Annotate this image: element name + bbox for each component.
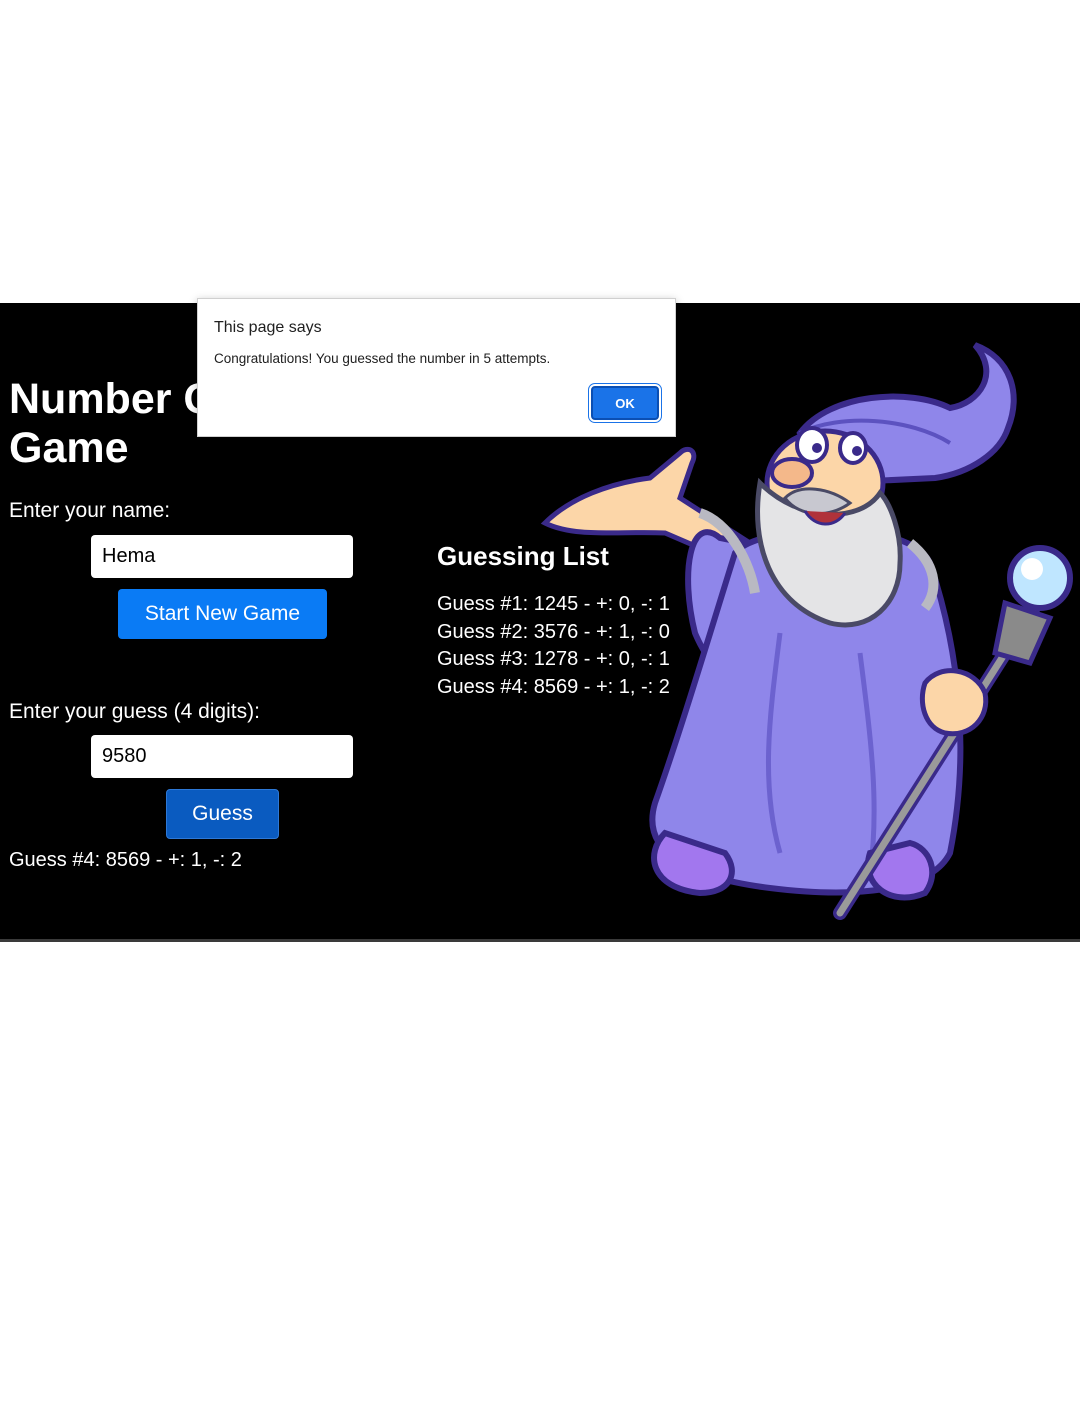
guess-label: Enter your guess (4 digits): (9, 700, 260, 723)
ok-button[interactable]: OK (591, 386, 659, 420)
dialog-title: This page says (214, 319, 322, 336)
dialog-message: Congratulations! You guessed the number … (214, 351, 551, 366)
guessing-list: Guess #1: 1245 - +: 0, -: 1 Guess #2: 35… (437, 591, 670, 701)
guess-input[interactable] (91, 735, 353, 778)
list-item: Guess #3: 1278 - +: 0, -: 1 (437, 648, 670, 670)
alert-dialog: This page says Congratulations! You gues… (197, 298, 676, 437)
guess-button[interactable]: Guess (166, 789, 279, 839)
start-new-game-button[interactable]: Start New Game (118, 589, 327, 639)
list-item: Guess #4: 8569 - +: 1, -: 2 (437, 675, 670, 698)
list-item: Guess #1: 1245 - +: 0, -: 1 (437, 593, 670, 615)
list-item: Guess #2: 3576 - +: 1, -: 0 (437, 620, 670, 643)
last-guess-result: Guess #4: 8569 - +: 1, -: 2 (9, 849, 242, 871)
name-input[interactable] (91, 535, 353, 578)
name-label: Enter your name: (9, 499, 171, 522)
